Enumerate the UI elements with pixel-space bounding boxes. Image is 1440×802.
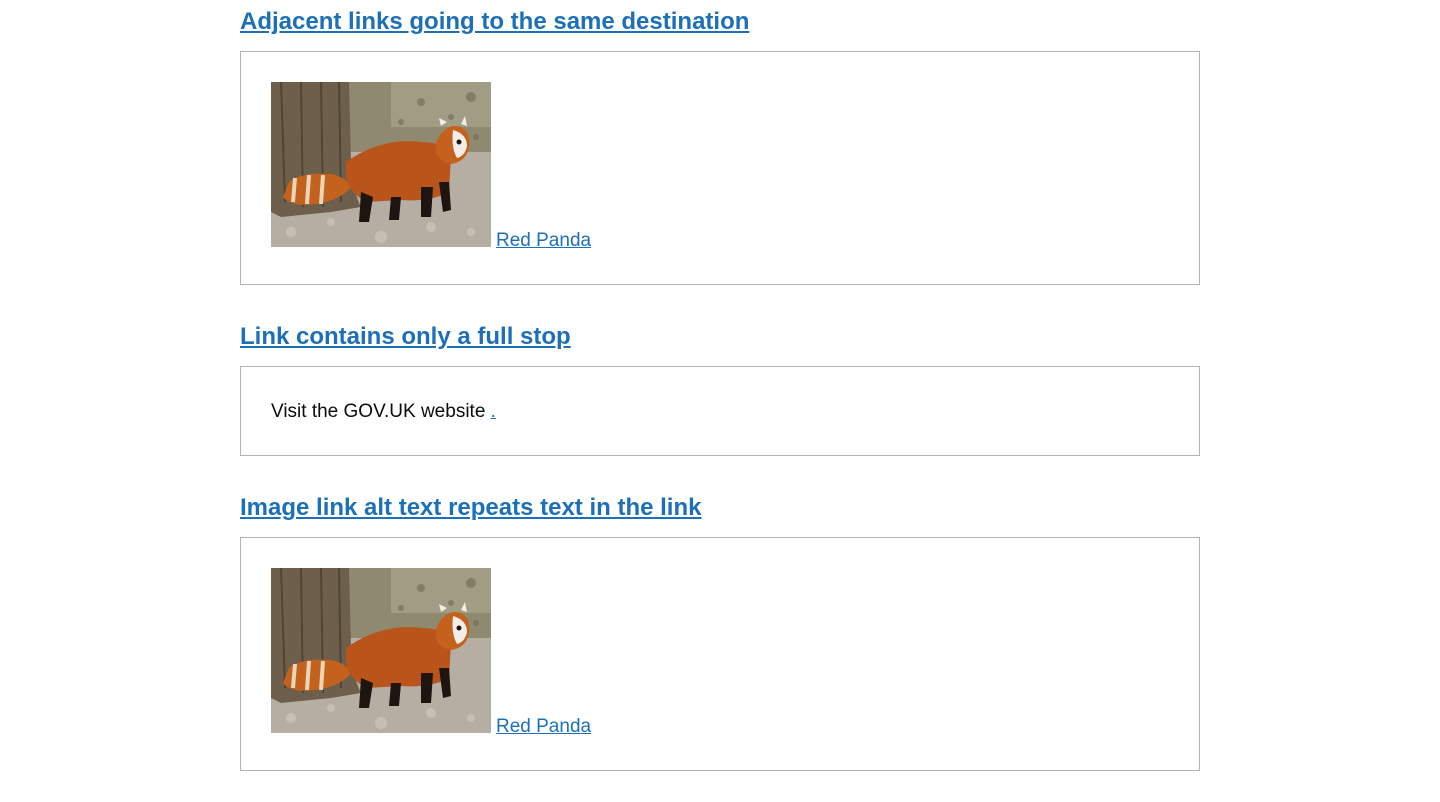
example-paragraph: Visit the GOV.UK website .	[271, 400, 496, 424]
red-panda-image[interactable]	[271, 568, 491, 733]
red-panda-image[interactable]	[271, 82, 491, 247]
heading-full-stop-link[interactable]: Link contains only a full stop	[240, 322, 571, 352]
heading-adjacent-links[interactable]: Adjacent links going to the same destina…	[240, 7, 749, 37]
red-panda-link-text[interactable]: Red Panda	[496, 231, 591, 250]
full-stop-link[interactable]: .	[491, 401, 496, 422]
example-box: Visit the GOV.UK website .	[240, 366, 1200, 456]
example-box: Red Panda	[240, 51, 1200, 285]
heading-image-alt-repeats[interactable]: Image link alt text repeats text in the …	[240, 493, 701, 523]
example-box: Red Panda	[240, 537, 1200, 771]
red-panda-link[interactable]: Red Panda	[271, 568, 591, 736]
paragraph-text: Visit the GOV.UK website	[271, 401, 491, 422]
red-panda-link[interactable]: Red Panda	[271, 82, 591, 250]
red-panda-link-text[interactable]: Red Panda	[496, 717, 591, 736]
